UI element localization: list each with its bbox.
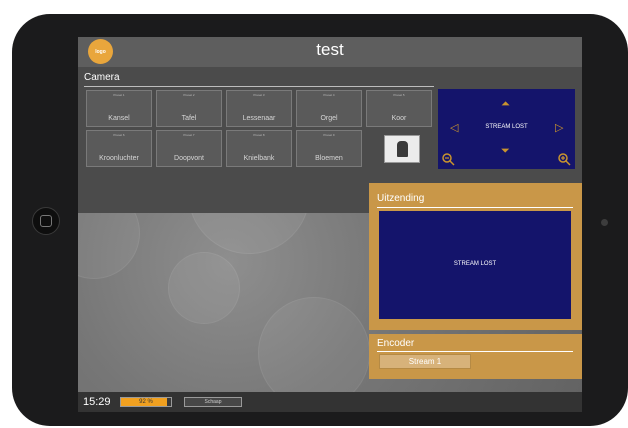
preset-button-koor[interactable]: Preset 5 Koor: [366, 90, 432, 127]
page-title: test: [316, 40, 344, 59]
preset-button-tafel[interactable]: Preset 2 Tafel: [156, 90, 222, 127]
preset-button-bloemen[interactable]: Preset 9 Bloemen: [296, 130, 362, 167]
encoder-panel: Encoder Stream 1: [369, 334, 582, 379]
preset-label: Kansel: [108, 115, 130, 122]
clock: 15:29: [83, 396, 111, 408]
preset-number: Preset 8: [253, 133, 265, 137]
divider: [84, 86, 434, 87]
preset-button-lessenaar[interactable]: Preset 3 Lessenaar: [226, 90, 292, 127]
person-thumbnail-image: [397, 141, 408, 157]
preset-label: Tafel: [181, 115, 197, 122]
preset-number: Preset 2: [183, 93, 195, 97]
background-bokeh: [168, 252, 240, 324]
camera-stream-view: STREAM LOST ⏶ ⏷ ◁ ▷: [438, 89, 575, 169]
preset-thumbnail[interactable]: [384, 135, 420, 163]
preset-number: Preset 7: [183, 133, 195, 137]
preset-number: Preset 3: [253, 93, 265, 97]
front-camera: [601, 219, 608, 226]
preset-label: Bloemen: [315, 155, 343, 162]
preset-label: Knielbank: [243, 155, 275, 162]
broadcast-panel: Uitzending STREAM LOST: [369, 183, 582, 330]
preset-label: Orgel: [320, 115, 338, 122]
preset-button-kroonluchter[interactable]: Preset 6 Kroonluchter: [86, 130, 152, 167]
app-screen: logo test Camera Preset 1 Kansel Preset …: [78, 37, 582, 412]
divider: [377, 207, 573, 208]
preset-number: Preset 5: [393, 93, 405, 97]
top-bar: logo test: [78, 37, 582, 67]
battery-progress-bar: 92 %: [120, 397, 172, 407]
arrow-right-icon[interactable]: ▷: [555, 123, 563, 134]
preset-label: Koor: [391, 115, 407, 122]
preset-label: Kroonluchter: [99, 155, 139, 162]
preset-button-doopvont[interactable]: Preset 7 Doopvont: [156, 130, 222, 167]
preset-number: Preset 6: [113, 133, 125, 137]
divider: [377, 351, 573, 352]
camera-section-title: Camera: [84, 72, 120, 83]
encoder-title: Encoder: [377, 338, 415, 349]
zoom-in-icon[interactable]: [557, 152, 571, 171]
broadcast-stream-view: STREAM LOST: [379, 211, 571, 319]
broadcast-title: Uitzending: [377, 193, 425, 204]
preset-label: Lessenaar: [242, 115, 276, 122]
arrow-left-icon[interactable]: ◁: [450, 123, 458, 134]
preset-number: Preset 1: [113, 93, 125, 97]
preset-number: Preset 4: [323, 93, 335, 97]
schaap-button[interactable]: Schaap: [184, 397, 242, 407]
preset-button-orgel[interactable]: Preset 4 Orgel: [296, 90, 362, 127]
preset-label: Doopvont: [174, 155, 204, 162]
stream-status: STREAM LOST: [453, 261, 497, 267]
preset-button-knielbank[interactable]: Preset 8 Knielbank: [226, 130, 292, 167]
preset-number: Preset 9: [323, 133, 335, 137]
status-bar: 15:29 92 % Schaap: [78, 392, 582, 412]
progress-text: 92 %: [139, 399, 153, 405]
arrow-down-icon[interactable]: ⏷: [501, 146, 510, 157]
arrow-up-icon[interactable]: ⏶: [501, 99, 510, 110]
stream-1-button[interactable]: Stream 1: [379, 354, 471, 369]
home-button[interactable]: [32, 207, 60, 235]
zoom-out-icon[interactable]: [441, 152, 455, 171]
preset-button-kansel[interactable]: Preset 1 Kansel: [86, 90, 152, 127]
